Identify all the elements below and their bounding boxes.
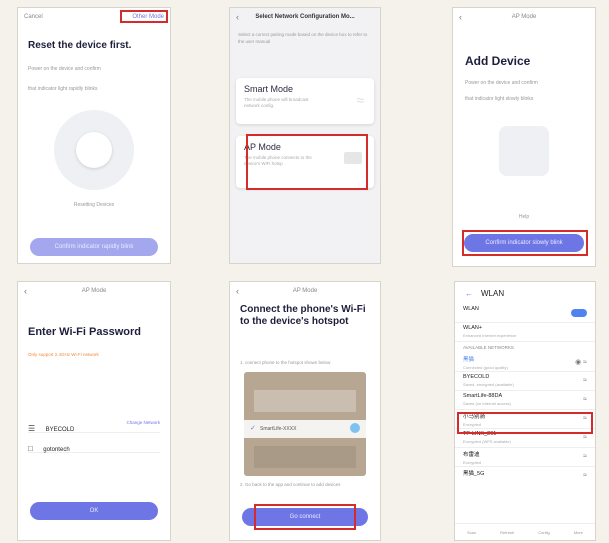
- ssid-value: BYECOLD: [45, 427, 75, 433]
- network-row[interactable]: 黑猫 Connected (good quality) ◉ ≈: [455, 353, 595, 372]
- confirm-button-highlight: [462, 230, 588, 256]
- wlan-header: ← WLAN: [455, 282, 595, 304]
- network-status: Connected (good quality): [463, 365, 508, 370]
- smart-mode-option[interactable]: Smart Mode The mobile phone will broadca…: [236, 78, 374, 124]
- confirm-rapid-blink-button[interactable]: Confirm indicator rapidly blink: [30, 238, 158, 256]
- resetting-label: Resetting Devices: [73, 202, 115, 208]
- screen-title: AP Mode: [511, 14, 537, 20]
- hotspot-illustration: ✓ SmartLife-XXXX: [244, 372, 366, 476]
- screen-reset-device: Cancel Other Mode Reset the device first…: [18, 8, 170, 263]
- screen-select-network-mode: ‹ Select Network Configuration Mo... Sel…: [230, 8, 380, 263]
- network-status: Encrypted (WPS available): [463, 439, 511, 444]
- check-icon: ✓: [250, 425, 256, 432]
- band-note: Only support 2.4GHz Wi-Fi network: [28, 352, 99, 357]
- topbar: ‹ Select Network Configuration Mo...: [230, 8, 380, 26]
- instruction-line-2: that indicator light slowly blinks: [465, 96, 534, 102]
- page-title: Enter Wi-Fi Password: [28, 326, 141, 338]
- ssid-row[interactable]: ☰ BYECOLD Change Network: [28, 418, 160, 433]
- wifi-signal-icon: ≈: [583, 396, 587, 403]
- screen-enter-password: ‹ AP Mode Enter Wi-Fi Password Only supp…: [18, 282, 170, 540]
- screen-title: Select Network Configuration Mo...: [255, 14, 355, 20]
- available-networks-header: AVAILABLE NETWORKS: [463, 345, 514, 350]
- wifi-icon: ☰: [28, 424, 36, 433]
- device-icon: [76, 132, 112, 168]
- screen-add-device: ‹ AP Mode Add Device Power on the device…: [453, 8, 595, 266]
- network-name: 黑猫_5G: [463, 471, 485, 477]
- change-network-link[interactable]: Change Network: [126, 420, 160, 425]
- page-title: Add Device: [465, 54, 531, 68]
- smartlife-highlight: [457, 412, 593, 434]
- screen-title: AP Mode: [292, 288, 318, 294]
- back-arrow-icon[interactable]: ‹: [236, 12, 239, 22]
- wifi-signal-icon: ≈: [583, 377, 587, 384]
- wlan-label: WLAN: [463, 306, 479, 312]
- cancel-button[interactable]: Cancel: [24, 14, 43, 20]
- screen-wlan-list: ← WLAN WLAN WLAN+ Enhanced Internet expe…: [455, 282, 595, 540]
- back-arrow-icon[interactable]: ‹: [24, 286, 27, 296]
- ok-button[interactable]: OK: [30, 502, 158, 520]
- back-arrow-icon[interactable]: ←: [465, 289, 473, 298]
- network-name: 布雷迪: [463, 452, 480, 458]
- page-title: Reset the device first.: [28, 40, 132, 51]
- back-arrow-icon[interactable]: ‹: [236, 286, 239, 296]
- ap-mode-highlight: [246, 134, 368, 190]
- password-input[interactable]: gotontech: [43, 447, 69, 453]
- network-status: Encrypted: [463, 460, 482, 465]
- wlan-plus-sub: Enhanced Internet experience: [463, 333, 517, 338]
- wifi-list-mock-2: [254, 446, 356, 468]
- more-button[interactable]: More: [574, 530, 583, 535]
- screen-title: AP Mode: [81, 288, 107, 294]
- scan-button[interactable]: Scan: [467, 530, 476, 535]
- hotspot-entry: ✓ SmartLife-XXXX: [244, 420, 366, 438]
- wifi-signal-icon: ≈: [583, 434, 587, 441]
- wifi-icon: ≈: [356, 92, 364, 108]
- wlan-plus-row[interactable]: WLAN+ Enhanced Internet experience: [455, 323, 595, 342]
- password-row[interactable]: □ gotontech: [28, 438, 160, 453]
- info-icon: [350, 423, 360, 433]
- screen-connect-hotspot: ‹ AP Mode Connect the phone's Wi-Fi to t…: [230, 282, 380, 540]
- network-row[interactable]: 黑猫_5G ≈: [455, 467, 595, 486]
- smart-mode-title: Smart Mode: [244, 84, 294, 94]
- intro-text: Select a correct pairing mode based on t…: [238, 32, 368, 44]
- network-name: SmartLife-88DA: [463, 393, 503, 399]
- smart-mode-desc: The mobile phone will broadcast network …: [244, 97, 309, 109]
- network-status: Saved (no Internet access): [463, 401, 511, 406]
- network-row[interactable]: BYECOLD Saved, encrypted (available) ≈: [455, 372, 595, 391]
- network-status: Saved, encrypted (available): [463, 382, 514, 387]
- hotspot-ssid: SmartLife-XXXX: [260, 426, 297, 432]
- lock-icon: □: [28, 444, 33, 453]
- topbar: ‹ AP Mode: [453, 8, 595, 26]
- wifi-signal-icon: ≈: [583, 453, 587, 460]
- topbar: ‹ AP Mode: [18, 282, 170, 300]
- instruction-line-1: Power on the device and confirm: [465, 80, 538, 86]
- step-2: 2. Go back to the app and continue to ad…: [240, 482, 341, 487]
- wifi-signal-icon: ≈: [583, 472, 587, 479]
- back-arrow-icon[interactable]: ‹: [459, 12, 462, 22]
- wifi-signal-icon: ◉ ≈: [575, 359, 587, 366]
- refresh-button[interactable]: Refresh: [500, 530, 514, 535]
- wlan-toggle-switch[interactable]: [571, 309, 587, 317]
- config-button[interactable]: Config: [538, 530, 550, 535]
- device-illustration: [54, 110, 134, 190]
- instruction-line-1: Power on the device and confirm: [28, 66, 101, 72]
- topbar: ‹ AP Mode: [230, 282, 380, 300]
- network-name: BYECOLD: [463, 374, 490, 380]
- page-title: Connect the phone's Wi-Fi to the device'…: [240, 304, 366, 327]
- instruction-line-2: that indicator light rapidly blinks: [28, 86, 98, 92]
- wlan-plus-label: WLAN+: [463, 325, 483, 331]
- help-link[interactable]: Help: [453, 214, 595, 222]
- step-1: 1. connect phone to the hotspot shown be…: [240, 360, 331, 365]
- network-name: 黑猫: [463, 357, 475, 363]
- wifi-list-mock: [254, 390, 356, 412]
- device-illustration: [499, 126, 549, 176]
- network-row-smartlife[interactable]: SmartLife-88DA Saved (no Internet access…: [455, 391, 595, 410]
- wlan-title: WLAN: [481, 288, 505, 298]
- other-mode-highlight: [120, 10, 168, 23]
- go-connect-highlight: [254, 504, 356, 530]
- bottom-toolbar: Scan Refresh Config More: [455, 523, 595, 540]
- network-row[interactable]: 布雷迪 Encrypted ≈: [455, 448, 595, 467]
- wlan-toggle-row[interactable]: WLAN: [455, 304, 595, 323]
